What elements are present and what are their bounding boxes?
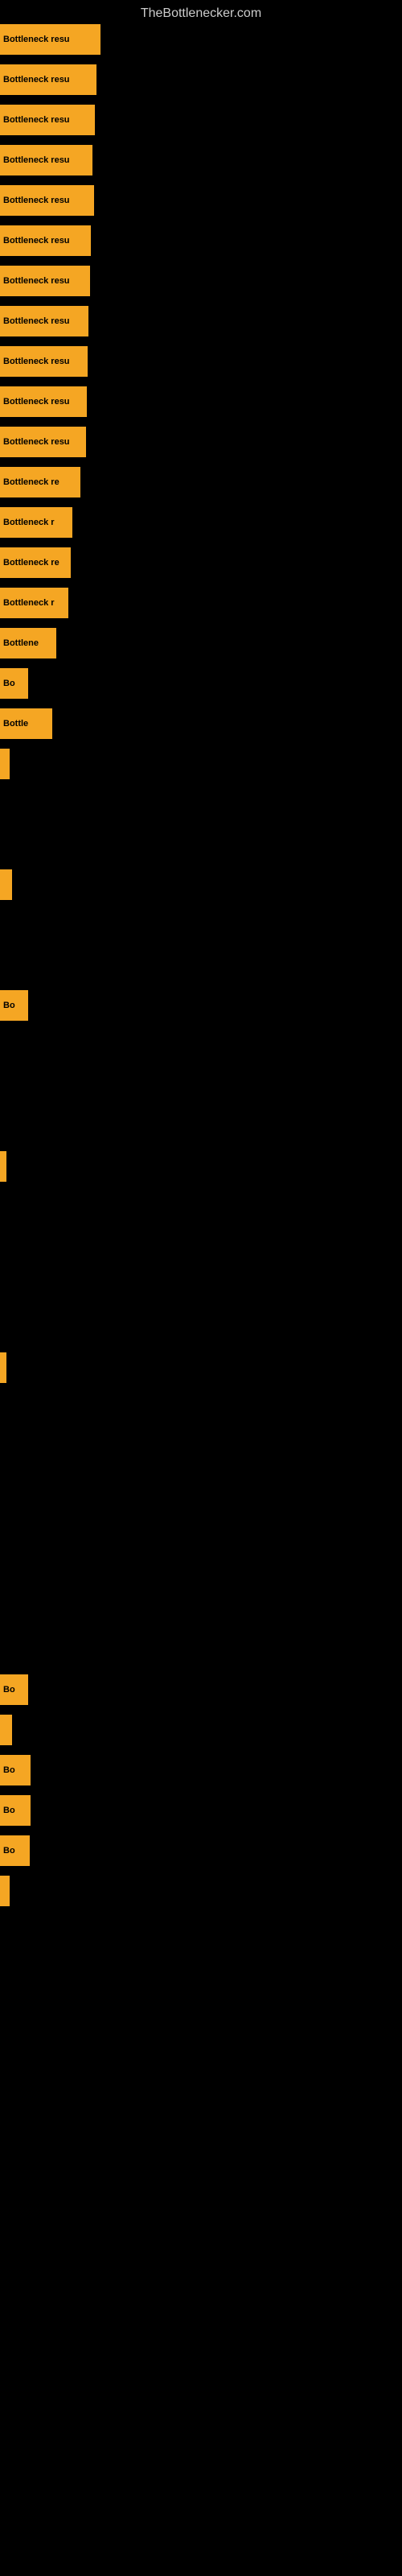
bar-item: Bo xyxy=(0,1795,31,1826)
bar-item: Bottleneck r xyxy=(0,507,72,538)
bar-item xyxy=(0,1715,12,1745)
bar-item: Bottleneck resu xyxy=(0,145,92,175)
bar-label: Bottleneck resu xyxy=(3,155,70,165)
bar-label: Bo xyxy=(3,1846,15,1856)
bar-label: Bo xyxy=(3,1765,15,1775)
bar-label: Bottlene xyxy=(3,638,39,648)
bar-item xyxy=(0,749,10,779)
bar-label: Bo xyxy=(3,1001,15,1010)
bar-label: Bottleneck resu xyxy=(3,75,70,85)
bar-item: Bo xyxy=(0,990,28,1021)
bar-item: Bottleneck re xyxy=(0,547,71,578)
bar-item: Bottleneck resu xyxy=(0,386,87,417)
bar-item: Bottleneck resu xyxy=(0,185,94,216)
bar-label: Bottleneck resu xyxy=(3,276,70,286)
bar-label: Bottleneck r xyxy=(3,598,55,608)
bar-label: Bottleneck resu xyxy=(3,357,70,366)
bar-item: Bottleneck resu xyxy=(0,346,88,377)
bar-label: Bottleneck resu xyxy=(3,236,70,246)
bar-label: Bottleneck re xyxy=(3,558,59,568)
bar-label: Bo xyxy=(3,1806,15,1815)
bar-label: Bottleneck r xyxy=(3,518,55,527)
bar-item xyxy=(0,1352,6,1383)
bar-item: Bottleneck re xyxy=(0,467,80,497)
bar-label: Bo xyxy=(3,1685,15,1695)
bar-item: Bottleneck resu xyxy=(0,64,96,95)
bar-item xyxy=(0,1151,6,1182)
site-title: TheBottlenecker.com xyxy=(0,0,402,27)
bar-item: Bo xyxy=(0,1835,30,1866)
bar-label: Bottleneck resu xyxy=(3,437,70,447)
bar-item: Bo xyxy=(0,668,28,699)
bar-label: Bottleneck resu xyxy=(3,35,70,44)
bar-label: Bottleneck resu xyxy=(3,196,70,205)
bar-item: Bottleneck resu xyxy=(0,225,91,256)
bar-item: Bo xyxy=(0,1674,28,1705)
bar-item: Bottleneck resu xyxy=(0,306,88,336)
bar-item: Bottleneck resu xyxy=(0,427,86,457)
bar-item: Bottleneck resu xyxy=(0,24,100,55)
bar-item: Bottleneck r xyxy=(0,588,68,618)
bar-item: Bottleneck resu xyxy=(0,105,95,135)
bar-item: Bottle xyxy=(0,708,52,739)
bar-label: Bottleneck re xyxy=(3,477,59,487)
bar-item: Bottlene xyxy=(0,628,56,658)
bar-label: Bottle xyxy=(3,719,28,729)
bar-label: Bo xyxy=(3,679,15,688)
bar-label: Bottleneck resu xyxy=(3,115,70,125)
bar-item: Bottleneck resu xyxy=(0,266,90,296)
bar-item: Bo xyxy=(0,1755,31,1785)
bar-item xyxy=(0,1876,10,1906)
bar-label: Bottleneck resu xyxy=(3,316,70,326)
bar-item xyxy=(0,869,12,900)
bar-label: Bottleneck resu xyxy=(3,397,70,407)
